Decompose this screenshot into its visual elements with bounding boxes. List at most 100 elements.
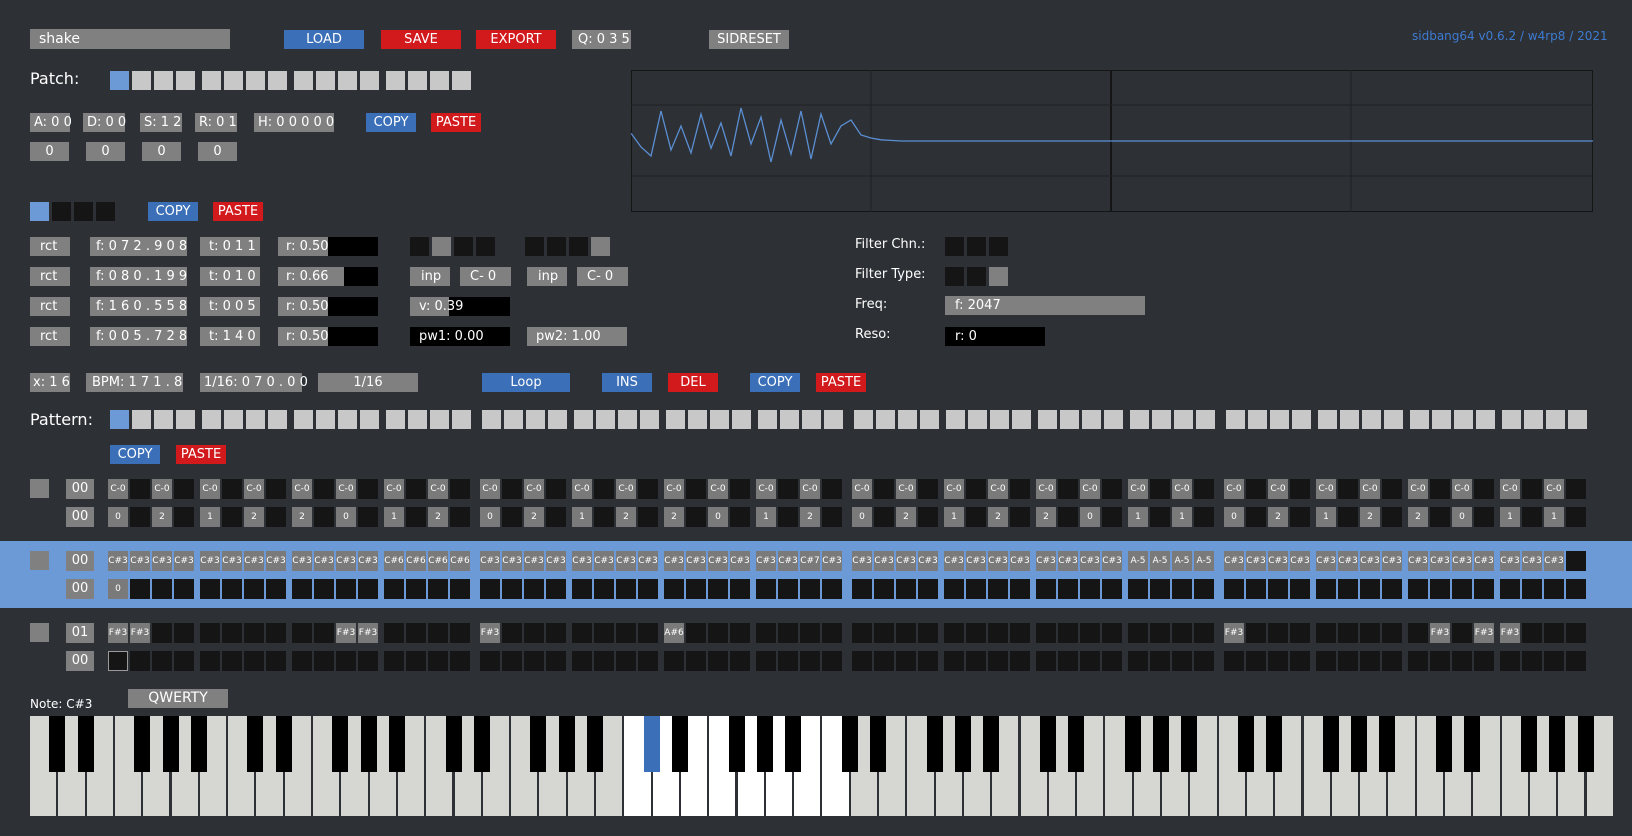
step-value-cell[interactable] — [1128, 651, 1148, 671]
export-button[interactable]: EXPORT — [476, 30, 556, 49]
step-value-cell[interactable] — [1360, 579, 1380, 599]
step-value-cell[interactable] — [358, 651, 378, 671]
step-value-cell[interactable] — [730, 507, 750, 527]
step-value-cell[interactable] — [966, 507, 986, 527]
step-note-cell[interactable] — [730, 623, 750, 643]
step-value-cell[interactable] — [594, 507, 614, 527]
step-value-cell[interactable] — [428, 651, 448, 671]
step-note-cell[interactable]: C#3 — [616, 551, 636, 571]
pattern-slot-30[interactable] — [780, 410, 799, 429]
step-note-cell[interactable] — [200, 623, 220, 643]
step-note-cell[interactable] — [266, 479, 286, 499]
step-value-cell[interactable] — [406, 651, 426, 671]
step-value-cell[interactable] — [1452, 579, 1472, 599]
osc-type-field[interactable]: rct — [30, 327, 70, 346]
pattern-slot-36[interactable] — [920, 410, 939, 429]
step-value-cell[interactable] — [1500, 651, 1520, 671]
step-value-cell[interactable] — [664, 651, 684, 671]
step-value-cell[interactable] — [778, 579, 798, 599]
osc-type-field[interactable]: rct — [30, 297, 70, 316]
step-value-cell[interactable]: 0 — [480, 507, 500, 527]
step-value-cell[interactable] — [1128, 579, 1148, 599]
step-note-cell[interactable]: C#3 — [152, 551, 172, 571]
pattern-slot-53[interactable] — [1318, 410, 1337, 429]
step-value-cell[interactable] — [428, 579, 448, 599]
step-value-cell[interactable] — [1430, 651, 1450, 671]
pattern-slot-60[interactable] — [1476, 410, 1495, 429]
step-note-cell[interactable]: C#3 — [1290, 551, 1310, 571]
step-note-cell[interactable] — [1290, 623, 1310, 643]
step-value-cell[interactable] — [1408, 579, 1428, 599]
wave-select-2b[interactable] — [547, 237, 566, 256]
step-note-cell[interactable] — [966, 479, 986, 499]
step-value-cell[interactable]: 2 — [616, 507, 636, 527]
qwerty-button[interactable]: QWERTY — [128, 689, 228, 708]
step-note-cell[interactable]: A-5 — [1128, 551, 1148, 571]
step-value-cell[interactable]: 2 — [664, 507, 684, 527]
pattern-slot-5[interactable] — [202, 410, 221, 429]
filter-reso-slider[interactable]: r: 0 — [945, 327, 1045, 346]
step-value-cell[interactable] — [524, 579, 544, 599]
step-value-cell[interactable] — [686, 579, 706, 599]
step-value-cell[interactable] — [664, 579, 684, 599]
adsr-value-1[interactable]: 0 — [30, 142, 69, 161]
pattern-slot-62[interactable] — [1524, 410, 1543, 429]
save-button[interactable]: SAVE — [381, 30, 461, 49]
step-note-cell[interactable] — [1102, 479, 1122, 499]
step-value-cell[interactable] — [988, 579, 1008, 599]
step-value-cell[interactable] — [244, 579, 264, 599]
osc-frequency-field[interactable]: f: 1 6 0 . 5 5 8 — [90, 297, 187, 316]
step-note-cell[interactable] — [800, 623, 820, 643]
step-note-cell[interactable]: F#3 — [336, 623, 356, 643]
track-mute-toggle[interactable] — [30, 479, 49, 498]
step-value-cell[interactable] — [708, 579, 728, 599]
step-note-cell[interactable] — [1452, 623, 1472, 643]
piano-black-key[interactable] — [1237, 716, 1254, 772]
pattern-slot-59[interactable] — [1454, 410, 1473, 429]
step-value-cell[interactable] — [1474, 507, 1494, 527]
step-note-cell[interactable]: C#6 — [450, 551, 470, 571]
step-note-cell[interactable] — [450, 479, 470, 499]
pattern-slot-42[interactable] — [1060, 410, 1079, 429]
step-value-cell[interactable]: 1 — [1500, 507, 1520, 527]
step-value-cell[interactable] — [1102, 651, 1122, 671]
step-value-cell[interactable]: 1 — [1128, 507, 1148, 527]
patch-slot-14[interactable] — [408, 71, 427, 90]
piano-black-key[interactable] — [1520, 716, 1537, 772]
step-value-cell[interactable] — [988, 651, 1008, 671]
track-paste-button[interactable]: PASTE — [176, 445, 226, 464]
step-value-cell[interactable] — [944, 579, 964, 599]
piano-black-key[interactable] — [1153, 716, 1169, 772]
step-note-cell[interactable] — [1080, 623, 1100, 643]
pattern-slot-22[interactable] — [596, 410, 615, 429]
step-value-cell[interactable] — [200, 651, 220, 671]
step-note-cell[interactable]: C#3 — [874, 551, 894, 571]
step-note-cell[interactable]: C-0 — [708, 479, 728, 499]
step-note-cell[interactable]: C#3 — [546, 551, 566, 571]
step-value-cell[interactable] — [572, 651, 592, 671]
osc-frequency-field[interactable]: f: 0 8 0 . 1 9 9 — [90, 267, 187, 286]
step-note-cell[interactable]: A-5 — [1172, 551, 1192, 571]
step-value-cell[interactable] — [874, 579, 894, 599]
step-value-cell[interactable] — [384, 579, 404, 599]
division-field[interactable]: 1/16 — [318, 373, 418, 392]
step-value-cell[interactable] — [918, 651, 938, 671]
step-value-cell[interactable] — [778, 507, 798, 527]
patch-slot-2[interactable] — [132, 71, 151, 90]
piano-black-key[interactable] — [1464, 716, 1481, 772]
step-note-cell[interactable]: C#3 — [1010, 551, 1030, 571]
filter-channel-3[interactable] — [989, 237, 1008, 256]
sidreset-button[interactable]: SIDRESET — [709, 30, 789, 49]
step-note-cell[interactable] — [1194, 479, 1214, 499]
adsr-value-2[interactable]: 0 — [86, 142, 125, 161]
step-value-cell[interactable] — [852, 651, 872, 671]
piano-black-key[interactable] — [1379, 716, 1396, 772]
step-value-cell[interactable]: 0 — [1452, 507, 1472, 527]
step-value-cell[interactable] — [852, 579, 872, 599]
step-value-cell[interactable] — [1150, 579, 1170, 599]
step-value-cell[interactable]: 2 — [1408, 507, 1428, 527]
step-value-cell[interactable]: 2 — [1036, 507, 1056, 527]
pattern-slot-15[interactable] — [430, 410, 449, 429]
wave-select-2c[interactable] — [569, 237, 588, 256]
step-note-cell[interactable] — [1338, 479, 1358, 499]
